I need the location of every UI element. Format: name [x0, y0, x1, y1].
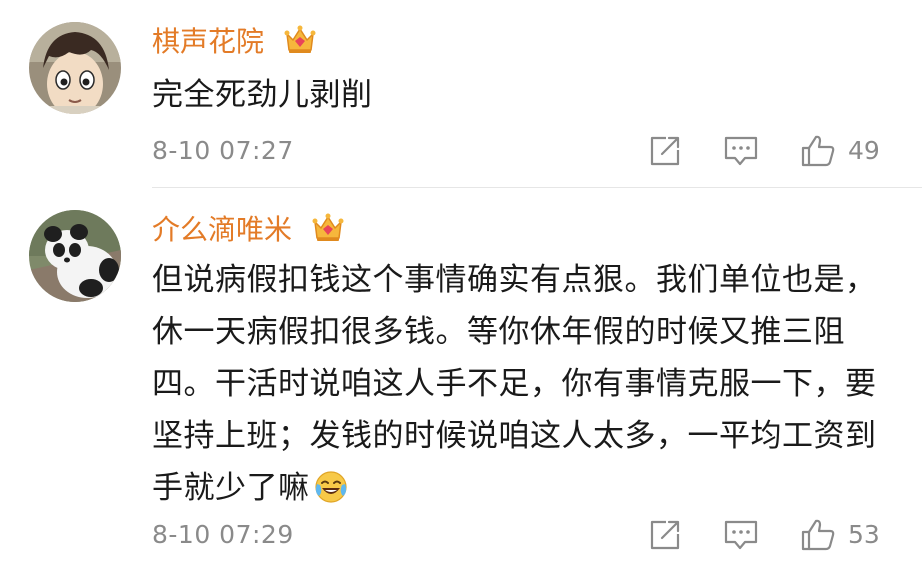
- vip-crown-icon: [311, 212, 345, 244]
- like-count: 49: [848, 136, 880, 165]
- username[interactable]: 介么滴唯米: [152, 212, 345, 248]
- user-avatar[interactable]: [29, 22, 121, 114]
- comment-icon: [724, 520, 758, 550]
- like-button[interactable]: 49: [800, 131, 880, 171]
- username-text[interactable]: 棋声花院: [152, 25, 264, 58]
- comment-list: 棋声花院 完全死劲儿剥削 8-10 07:27 49 介么滴唯米 但说病假扣钱这…: [0, 0, 922, 561]
- comment-item: 介么滴唯米 但说病假扣钱这个事情确实有点狠。我们单位也是，休一天病假扣很多钱。等…: [0, 188, 922, 561]
- reply-button[interactable]: [723, 515, 759, 555]
- share-button[interactable]: [648, 131, 682, 171]
- laugh-cry-emoji-icon: [314, 468, 348, 503]
- panda-avatar: [29, 210, 121, 302]
- share-icon: [650, 520, 680, 550]
- timestamp: 8-10 07:29: [152, 520, 294, 549]
- anime-boy-avatar: [29, 22, 121, 114]
- like-count: 53: [848, 520, 880, 549]
- share-icon: [650, 136, 680, 166]
- like-button[interactable]: 53: [800, 515, 880, 555]
- comment-text: 但说病假扣钱这个事情确实有点狠。我们单位也是，休一天病假扣很多钱。等你休年假的时…: [152, 254, 892, 514]
- comment-footer: 8-10 07:27 49: [152, 131, 892, 171]
- comment-item: 棋声花院 完全死劲儿剥削 8-10 07:27 49: [0, 0, 922, 188]
- thumbs-up-icon: [801, 135, 835, 167]
- username-text[interactable]: 介么滴唯米: [152, 213, 292, 246]
- username[interactable]: 棋声花院: [152, 24, 317, 60]
- timestamp: 8-10 07:27: [152, 136, 294, 165]
- comment-text: 完全死劲儿剥削: [152, 77, 373, 113]
- share-button[interactable]: [648, 515, 682, 555]
- comment-icon: [724, 136, 758, 166]
- user-avatar[interactable]: [29, 210, 121, 302]
- thumbs-up-icon: [801, 519, 835, 551]
- comment-footer: 8-10 07:29 53: [152, 515, 892, 555]
- comment-text-content: 但说病假扣钱这个事情确实有点狠。我们单位也是，休一天病假扣很多钱。等你休年假的时…: [152, 262, 877, 506]
- reply-button[interactable]: [723, 131, 759, 171]
- vip-crown-icon: [283, 24, 317, 56]
